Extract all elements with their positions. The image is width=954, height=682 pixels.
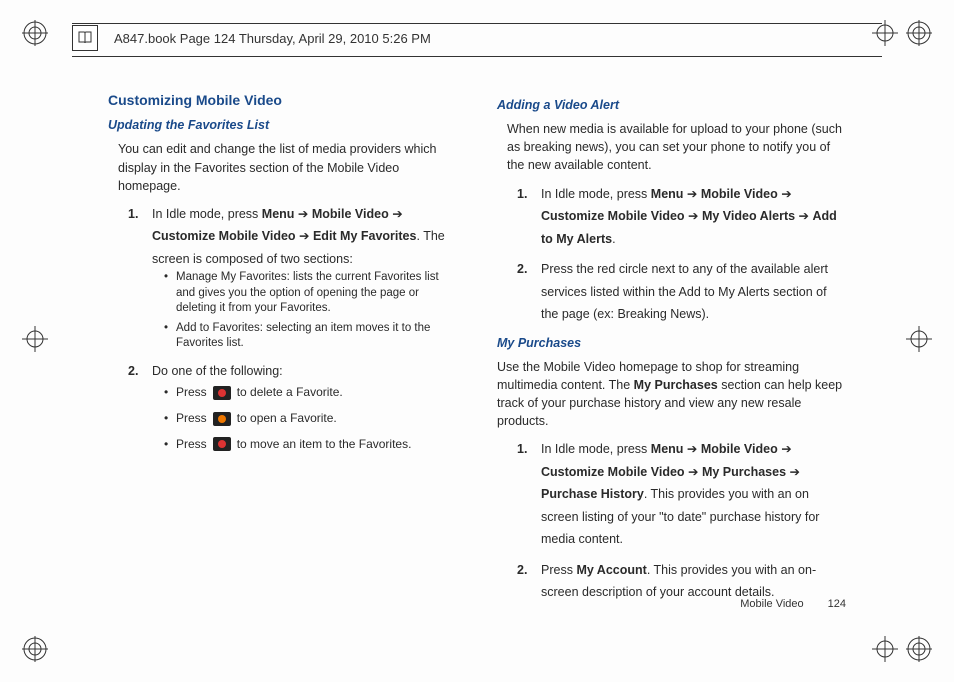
footer-page-number: 124 — [828, 598, 846, 610]
footer-section: Mobile Video — [740, 598, 803, 610]
menu-path: Menu — [262, 207, 295, 221]
section-heading: Customizing Mobile Video — [108, 90, 457, 110]
step-text: In Idle mode, press — [152, 207, 262, 221]
page-content: Customizing Mobile Video Updating the Fa… — [108, 90, 846, 622]
press-text: to move an item to the Favorites. — [237, 434, 412, 456]
body-text: Use the Mobile Video homepage to shop fo… — [497, 358, 846, 431]
menu-path: Mobile Video — [312, 207, 389, 221]
crop-mark-icon — [22, 636, 48, 662]
book-icon — [72, 25, 98, 51]
press-label: Press — [176, 382, 207, 404]
menu-path: Edit My Favorites — [313, 229, 417, 243]
subsection-heading: Adding a Video Alert — [497, 96, 846, 114]
step-item: In Idle mode, press Menu ➔ Mobile Video … — [128, 203, 457, 352]
press-label: Press — [176, 434, 207, 456]
header-text: A847.book Page 124 Thursday, April 29, 2… — [110, 31, 435, 46]
press-text: to open a Favorite. — [237, 408, 337, 430]
subsection-heading: My Purchases — [497, 334, 846, 352]
menu-path: Menu — [651, 187, 684, 201]
step-text: Press — [541, 563, 576, 577]
step-item: In Idle mode, press Menu ➔ Mobile Video … — [517, 183, 846, 251]
subsection-heading: Updating the Favorites List — [108, 116, 457, 134]
open-key-icon — [213, 412, 231, 426]
menu-path: My Account — [576, 563, 646, 577]
menu-path: Customize Mobile Video — [541, 209, 685, 223]
step-item: Press the red circle next to any of the … — [517, 258, 846, 326]
step-text: Do one of the following: — [152, 364, 283, 378]
step-item: Do one of the following: Press to delete… — [128, 360, 457, 455]
delete-key-icon — [213, 386, 231, 400]
crop-mark-icon — [906, 636, 932, 662]
left-column: Customizing Mobile Video Updating the Fa… — [108, 90, 457, 622]
step-text: In Idle mode, press — [541, 442, 651, 456]
crop-mark-icon — [22, 20, 48, 46]
page-footer: Mobile Video 124 — [740, 598, 846, 610]
move-key-icon — [213, 437, 231, 451]
menu-path: Customize Mobile Video — [541, 465, 685, 479]
menu-path: Mobile Video — [701, 187, 778, 201]
body-text: When new media is available for upload t… — [507, 120, 846, 174]
press-item: Press to open a Favorite. — [164, 408, 457, 430]
press-text: to delete a Favorite. — [237, 382, 343, 404]
bullet-item: Add to Favorites: selecting an item move… — [164, 321, 457, 352]
press-item: Press to delete a Favorite. — [164, 382, 457, 404]
crop-mark-icon — [22, 326, 48, 352]
step-text: In Idle mode, press — [541, 187, 651, 201]
press-label: Press — [176, 408, 207, 430]
menu-path: Customize Mobile Video — [152, 229, 296, 243]
crop-mark-icon — [906, 20, 932, 46]
menu-path: Menu — [651, 442, 684, 456]
press-item: Press to move an item to the Favorites. — [164, 434, 457, 456]
bullet-item: Manage My Favorites: lists the current F… — [164, 270, 457, 317]
menu-path: My Purchases — [702, 465, 786, 479]
menu-path: Mobile Video — [701, 442, 778, 456]
menu-path: My Video Alerts — [702, 209, 795, 223]
step-item: In Idle mode, press Menu ➔ Mobile Video … — [517, 438, 846, 551]
menu-path: Purchase History — [541, 487, 644, 501]
right-column: Adding a Video Alert When new media is a… — [497, 90, 846, 622]
crop-mark-icon — [906, 326, 932, 352]
step-item: Press My Account. This provides you with… — [517, 559, 846, 604]
document-header: A847.book Page 124 Thursday, April 29, 2… — [72, 18, 882, 58]
crop-mark-icon — [872, 636, 898, 662]
body-text: You can edit and change the list of medi… — [118, 140, 457, 194]
